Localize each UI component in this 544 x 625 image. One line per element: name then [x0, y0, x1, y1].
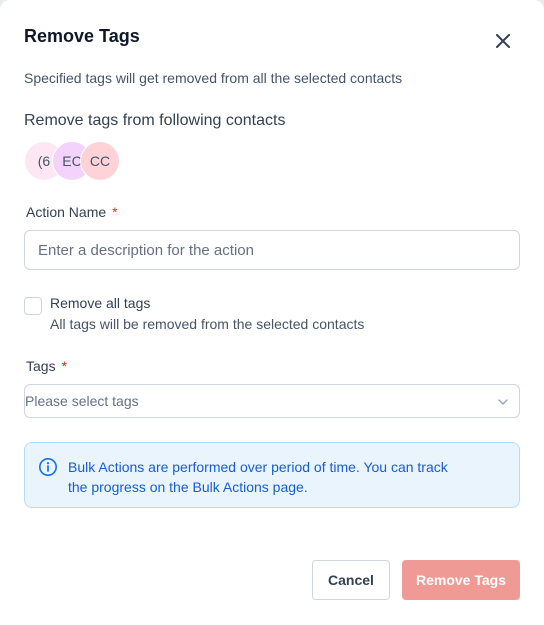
tags-label: Tags *: [26, 358, 67, 374]
required-mark: *: [112, 204, 118, 220]
remove-all-tags-checkbox[interactable]: [24, 297, 42, 315]
close-icon: [496, 34, 510, 48]
avatar[interactable]: CC: [80, 141, 120, 181]
action-name-input[interactable]: [24, 230, 520, 270]
close-button[interactable]: [490, 28, 516, 54]
remove-all-tags-description: All tags will be removed from the select…: [50, 316, 365, 332]
tags-select-placeholder: Please select tags: [25, 393, 139, 409]
contacts-label: Remove tags from following contacts: [24, 112, 286, 129]
info-icon: [39, 458, 57, 476]
info-banner: Bulk Actions are performed over period o…: [24, 442, 520, 508]
action-name-label: Action Name *: [26, 204, 118, 220]
modal-title: Remove Tags: [24, 26, 140, 46]
action-name-label-text: Action Name: [26, 204, 107, 220]
modal-subtitle: Specified tags will get removed from all…: [24, 70, 403, 86]
cancel-button[interactable]: Cancel: [312, 560, 390, 600]
info-text: Bulk Actions are performed over period o…: [68, 459, 448, 495]
remove-tags-modal: Remove Tags Specified tags will get remo…: [0, 0, 544, 625]
tags-label-text: Tags: [26, 358, 56, 374]
remove-all-tags-label: Remove all tags: [50, 295, 151, 311]
chevron-down-icon: [498, 399, 508, 405]
tags-select[interactable]: Please select tags: [24, 384, 520, 418]
remove-tags-button[interactable]: Remove Tags: [402, 560, 520, 600]
required-mark: *: [61, 358, 68, 374]
